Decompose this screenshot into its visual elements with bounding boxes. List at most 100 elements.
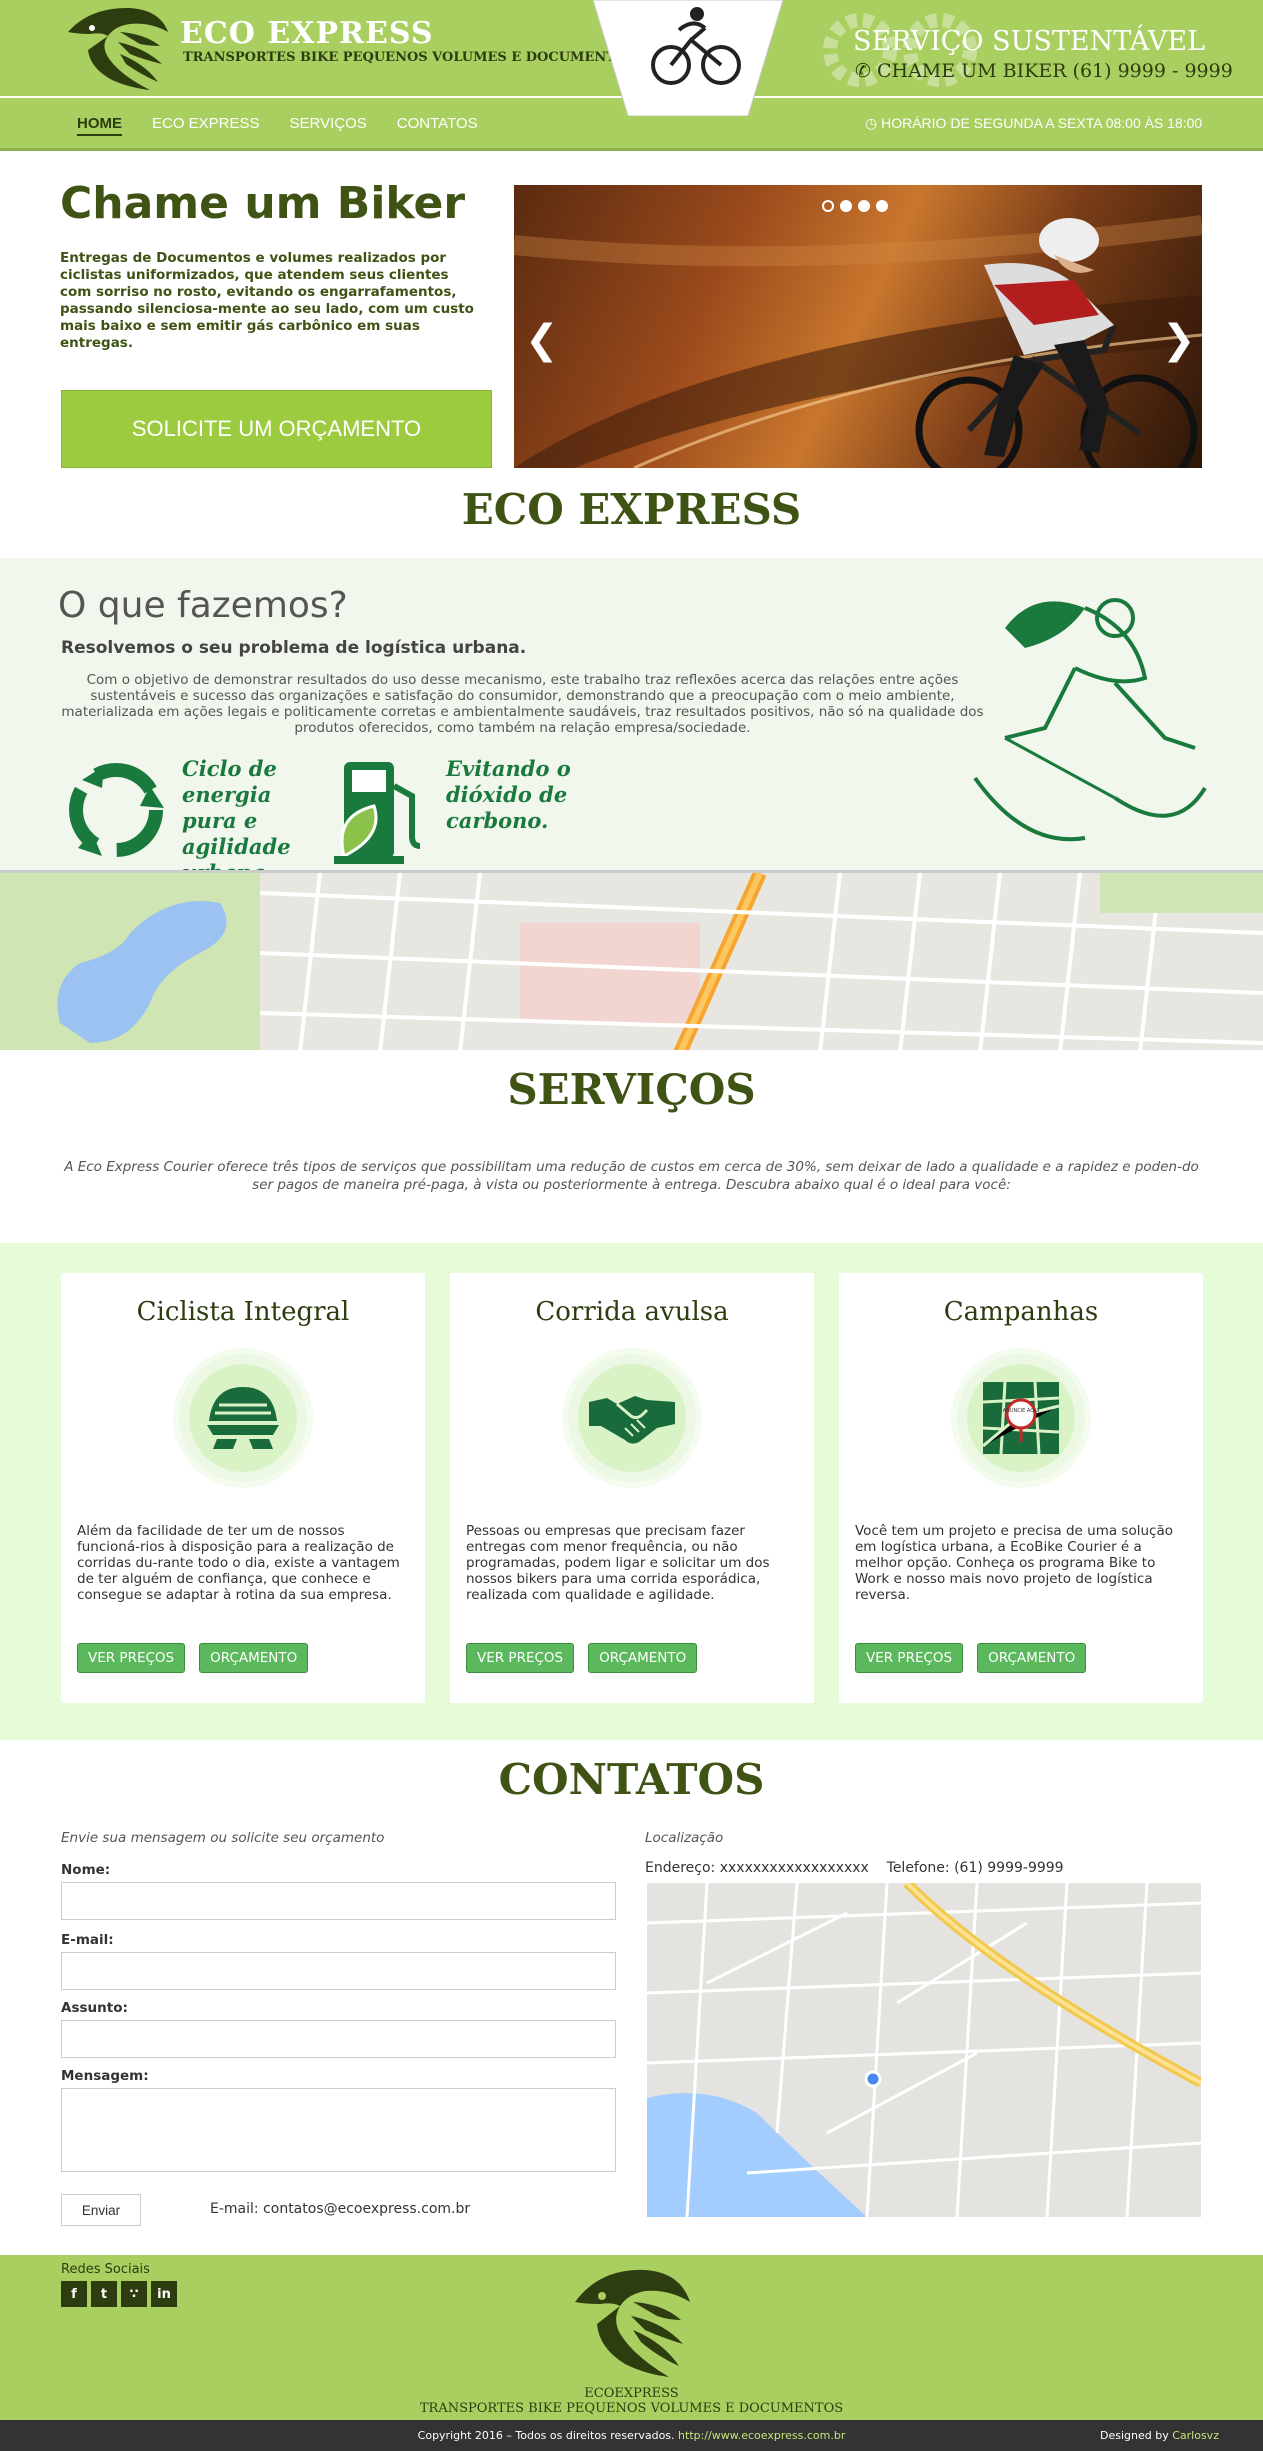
service-card-buttons: VER PREÇOS ORÇAMENTO bbox=[855, 1643, 1087, 1673]
cyclist-photo bbox=[514, 215, 1202, 468]
service-card-buttons: VER PREÇOS ORÇAMENTO bbox=[466, 1643, 698, 1673]
hero-title: Chame um Biker bbox=[60, 178, 466, 229]
feature-energy-text: Ciclo de energia pura e agilidade urbana… bbox=[182, 756, 291, 885]
contact-form-title: Envie sua mensagem ou solicite seu orçam… bbox=[61, 1830, 385, 1846]
brand-tagline: TRANSPORTES BIKE PEQUENOS VOLUMES E DOCU… bbox=[183, 50, 637, 65]
quote-button[interactable]: ORÇAMENTO bbox=[199, 1643, 309, 1673]
phone-number[interactable]: ✆ CHAME UM BIKER (61) 9999 - 9999 bbox=[855, 60, 1233, 82]
what-we-do-text: Com o objetivo de demonstrar resultados … bbox=[61, 672, 984, 736]
business-hours: ◷ HORÁRIO DE SEGUNDA A SEXTA 08:00 ÀS 18… bbox=[865, 115, 1202, 132]
slider-dot[interactable] bbox=[840, 200, 852, 212]
quote-button[interactable]: ORÇAMENTO bbox=[588, 1643, 698, 1673]
eagle-logo-icon bbox=[575, 2269, 690, 2377]
email-label: E-mail: bbox=[61, 1932, 114, 1948]
street-map bbox=[647, 1883, 1201, 2217]
main-nav: HOME ECO EXPRESS SERVIÇOS CONTATOS bbox=[77, 115, 478, 136]
address-phone: Endereço: xxxxxxxxxxxxxxxxxx Telefone: (… bbox=[645, 1860, 1064, 1876]
clock-icon: ◷ bbox=[865, 115, 878, 131]
footer-brand-name: ECOEXPRESS bbox=[584, 2386, 679, 2401]
slider-next-icon[interactable]: ❯ bbox=[1162, 320, 1196, 360]
service-card-corrida-avulsa: Corrida avulsa Pessoas ou empresas que p… bbox=[450, 1273, 814, 1703]
eagle-logo-icon[interactable] bbox=[60, 2, 175, 94]
phone-icon: ✆ bbox=[855, 60, 871, 82]
location-map-strip[interactable] bbox=[0, 870, 1263, 1050]
location-title: Localização bbox=[645, 1830, 724, 1846]
site-url-link[interactable]: http://www.ecoexpress.com.br bbox=[678, 2429, 845, 2442]
see-prices-button[interactable]: VER PREÇOS bbox=[855, 1643, 964, 1673]
message-field[interactable] bbox=[61, 2088, 616, 2172]
service-card-icon-wrap bbox=[173, 1348, 313, 1488]
feature-energy: Ciclo de energia pura e agilidade urbana… bbox=[62, 756, 332, 886]
service-card-buttons: VER PREÇOS ORÇAMENTO bbox=[77, 1643, 309, 1673]
helmet-icon bbox=[207, 1387, 279, 1449]
email-field[interactable] bbox=[61, 1952, 616, 1990]
nav-item-contatos[interactable]: CONTATOS bbox=[397, 115, 478, 136]
linkedin-icon[interactable]: in bbox=[151, 2281, 177, 2307]
copyright-text: Copyright 2016 – Todos os direitos reser… bbox=[417, 2429, 675, 2442]
social-title: Redes Sociais bbox=[61, 2262, 150, 2277]
handshake-icon bbox=[589, 1396, 675, 1444]
services-heading: SERVIÇOS bbox=[507, 1065, 756, 1114]
eco-express-heading: ECO EXPRESS bbox=[461, 485, 802, 534]
phone-text: CHAME UM BIKER (61) 9999 - 9999 bbox=[876, 60, 1233, 82]
nav-item-eco-express[interactable]: ECO EXPRESS bbox=[152, 115, 260, 136]
nav-item-servicos[interactable]: SERVIÇOS bbox=[290, 115, 367, 136]
quote-button[interactable]: ORÇAMENTO bbox=[977, 1643, 1087, 1673]
service-card-title: Ciclista Integral bbox=[136, 1297, 350, 1327]
what-we-do-subtitle: Resolvemos o seu problema de logística u… bbox=[61, 638, 527, 658]
hours-text: HORÁRIO DE SEGUNDA A SEXTA 08:00 ÀS 18:0… bbox=[881, 115, 1203, 131]
fuel-leaf-icon bbox=[334, 762, 421, 864]
service-title: SERVIÇO SUSTENTÁVEL bbox=[853, 26, 1206, 57]
request-quote-button[interactable]: SOLICITE UM ORÇAMENTO bbox=[61, 390, 492, 468]
rss-icon[interactable]: ∵ bbox=[121, 2281, 147, 2307]
contacts-heading: CONTATOS bbox=[498, 1755, 765, 1804]
recycle-icon bbox=[69, 763, 164, 857]
message-label: Mensagem: bbox=[61, 2068, 149, 2084]
slider-dot[interactable] bbox=[858, 200, 870, 212]
contact-email[interactable]: E-mail: contatos@ecoexpress.com.br bbox=[210, 2201, 470, 2217]
city-map-icon: ANUNCIE AQUI bbox=[982, 1381, 1060, 1455]
subject-label: Assunto: bbox=[61, 2000, 128, 2016]
twitter-icon[interactable]: t bbox=[91, 2281, 117, 2307]
service-card-ciclista-integral: Ciclista Integral Além da facilidade de … bbox=[61, 1273, 425, 1703]
service-card-text: Você tem um projeto e precisa de uma sol… bbox=[855, 1523, 1173, 1603]
service-card-title: Campanhas bbox=[943, 1297, 1099, 1327]
brand-title: ECO EXPRESS bbox=[180, 16, 434, 51]
slider-dot[interactable] bbox=[822, 200, 834, 212]
street-map bbox=[0, 873, 1263, 1050]
designer-link[interactable]: Carlosvz bbox=[1172, 2429, 1219, 2442]
what-we-do-title: O que fazemos? bbox=[58, 585, 348, 626]
service-card-icon-wrap: ANUNCIE AQUI bbox=[951, 1348, 1091, 1488]
facebook-icon[interactable]: f bbox=[61, 2281, 87, 2307]
name-label: Nome: bbox=[61, 1862, 111, 1878]
slider-dot[interactable] bbox=[876, 200, 888, 212]
copyright: Copyright 2016 – Todos os direitos reser… bbox=[0, 2429, 1263, 2442]
service-card-text: Além da facilidade de ter um de nossos f… bbox=[77, 1523, 400, 1603]
service-card-icon-wrap bbox=[562, 1348, 702, 1488]
nav-item-home[interactable]: HOME bbox=[77, 115, 122, 136]
cyclist-badge-icon bbox=[593, 0, 783, 116]
cyclist-line-art-icon bbox=[973, 598, 1207, 842]
service-card-text: Pessoas ou empresas que precisam fazer e… bbox=[466, 1523, 770, 1603]
designed-by-label: Designed by bbox=[1100, 2429, 1169, 2442]
service-card-title: Corrida avulsa bbox=[535, 1297, 729, 1327]
subject-field[interactable] bbox=[61, 2020, 616, 2058]
see-prices-button[interactable]: VER PREÇOS bbox=[77, 1643, 186, 1673]
services-intro: A Eco Express Courier oferece três tipos… bbox=[64, 1159, 1199, 1193]
footer-tagline: TRANSPORTES BIKE PEQUENOS VOLUMES E DOCU… bbox=[419, 2401, 844, 2416]
feature-carbon: Evitando o dióxido de carbono. bbox=[334, 756, 576, 866]
hero-text: Entregas de Documentos e volumes realiza… bbox=[60, 250, 474, 351]
slider-dots bbox=[822, 200, 888, 212]
contact-map[interactable] bbox=[647, 1883, 1201, 2217]
footer-brand: ECOEXPRESS TRANSPORTES BIKE PEQUENOS VOL… bbox=[0, 2386, 1263, 2416]
see-prices-button[interactable]: VER PREÇOS bbox=[466, 1643, 575, 1673]
hero-slider[interactable] bbox=[514, 185, 1202, 468]
send-button[interactable]: Enviar bbox=[61, 2194, 141, 2226]
feature-carbon-text: Evitando o dióxido de carbono. bbox=[446, 756, 571, 833]
slider-prev-icon[interactable]: ❮ bbox=[525, 320, 559, 360]
campaign-badge-text: ANUNCIE AQUI bbox=[1003, 1408, 1040, 1414]
service-card-campanhas: Campanhas ANUNCIE AQUI Você tem um proje… bbox=[839, 1273, 1203, 1703]
name-field[interactable] bbox=[61, 1882, 616, 1920]
designer-credit: Designed by Carlosvz bbox=[1100, 2429, 1219, 2442]
social-icons: f t ∵ in bbox=[61, 2281, 177, 2307]
